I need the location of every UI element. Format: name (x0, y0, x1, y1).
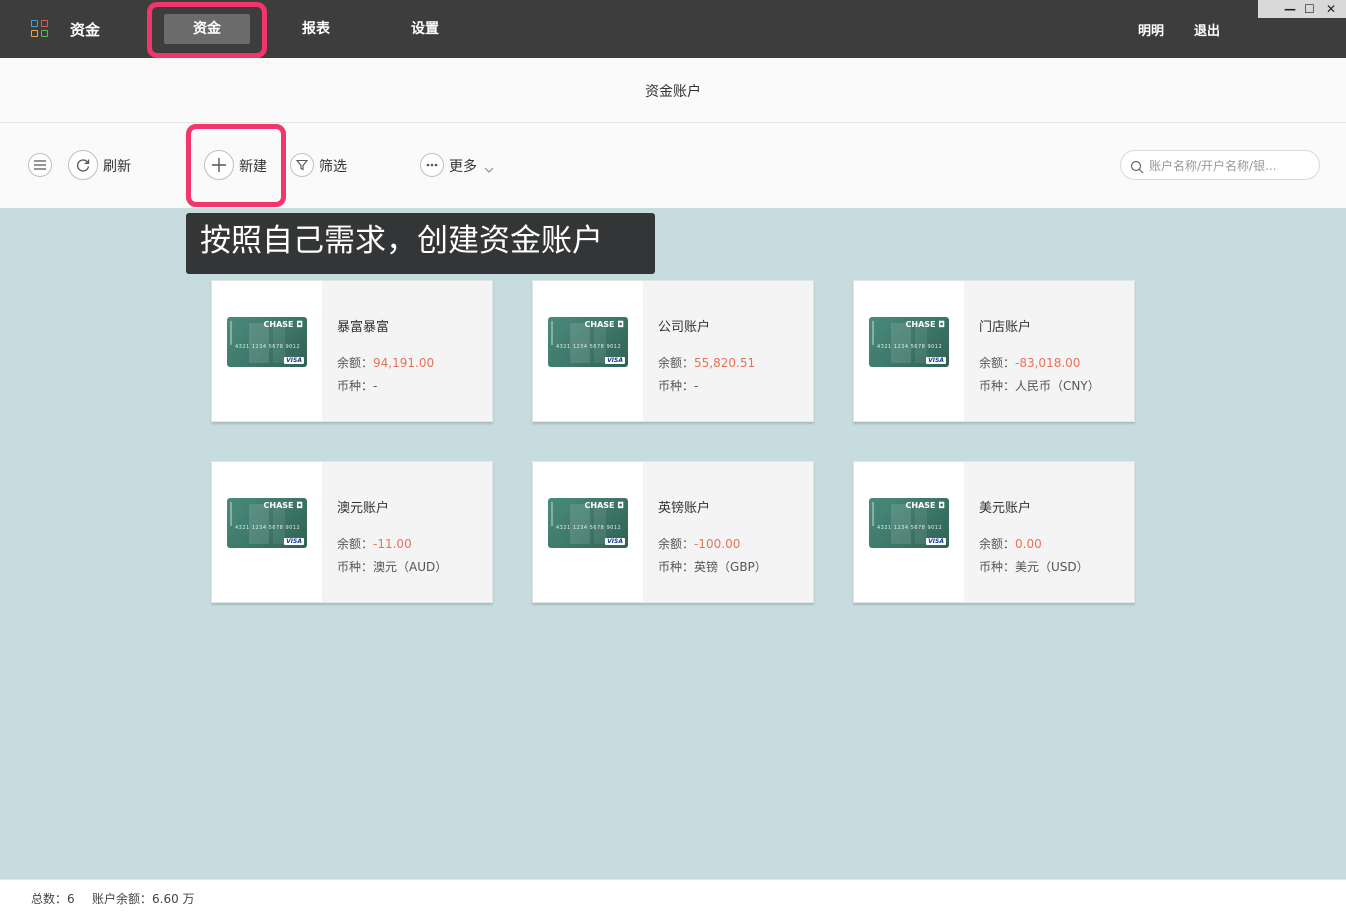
currency-label: 币种： (979, 379, 1016, 393)
account-currency: - (694, 379, 699, 393)
window-controls: — ☐ ✕ (1258, 0, 1346, 18)
currency-label: 币种： (337, 560, 374, 574)
search-icon (1130, 159, 1144, 178)
account-name: 澳元账户 (337, 501, 390, 516)
balance-label: 余额： (337, 537, 374, 551)
logout-button[interactable]: 退出 (1194, 20, 1220, 39)
account-balance: -11.00 (373, 537, 412, 551)
account-card[interactable]: CHASE ◘ 4321 1234 5678 9012 VISA 澳元账户 余额：-… (211, 461, 493, 603)
highlight-new-button (186, 124, 286, 207)
search-input[interactable] (1149, 157, 1309, 175)
currency-label: 币种： (979, 560, 1016, 574)
bank-card-icon: CHASE ◘ 4321 1234 5678 9012 VISA (869, 498, 949, 548)
app-title: 资金 (70, 21, 101, 39)
chevron-down-icon[interactable] (484, 159, 494, 178)
guide-tooltip: 按照自己需求，创建资金账户 (186, 213, 655, 274)
account-balance: 55,820.51 (694, 356, 756, 370)
account-balance: 94,191.00 (373, 356, 435, 370)
balance-label: 余额： (979, 537, 1016, 551)
refresh-button[interactable]: 刷新 (103, 156, 131, 176)
bank-card-icon: CHASE ◘ 4321 1234 5678 9012 VISA (227, 498, 307, 548)
bank-card-icon: CHASE ◘ 4321 1234 5678 9012 VISA (548, 317, 628, 367)
refresh-icon[interactable] (68, 150, 98, 180)
account-card[interactable]: CHASE ◘ 4321 1234 5678 9012 VISA 暴富暴富 余额：9… (211, 280, 493, 422)
title-bar: 资金账户 (0, 58, 1346, 123)
account-card[interactable]: CHASE ◘ 4321 1234 5678 9012 VISA 英镑账户 余额：-… (532, 461, 814, 603)
account-name: 美元账户 (979, 501, 1032, 516)
filter-icon[interactable] (290, 153, 314, 177)
currency-label: 币种： (658, 560, 695, 574)
balance-label: 余额： (337, 356, 374, 370)
bank-card-icon: CHASE ◘ 4321 1234 5678 9012 VISA (227, 317, 307, 367)
close-icon[interactable]: ✕ (1326, 0, 1336, 18)
balance-label: 余额： (658, 356, 695, 370)
status-bar: 总数：6 账户余额：6.60 万 (0, 879, 1346, 916)
menu-icon[interactable] (28, 153, 52, 177)
account-balance: -83,018.00 (1015, 356, 1081, 370)
account-balance: -100.00 (694, 537, 741, 551)
account-name: 公司账户 (658, 320, 711, 335)
account-card[interactable]: CHASE ◘ 4321 1234 5678 9012 VISA 公司账户 余额：5… (532, 280, 814, 422)
balance-label: 余额： (979, 356, 1016, 370)
page-title: 资金账户 (645, 84, 701, 100)
account-card[interactable]: CHASE ◘ 4321 1234 5678 9012 VISA 美元账户 余额：0… (853, 461, 1135, 603)
tab-settings[interactable]: 设置 (395, 14, 455, 44)
user-name[interactable]: 明明 (1138, 20, 1164, 39)
minimize-icon[interactable]: — (1284, 0, 1296, 18)
bank-card-icon: CHASE ◘ 4321 1234 5678 9012 VISA (548, 498, 628, 548)
balance-label: 余额： (658, 537, 695, 551)
account-name: 暴富暴富 (337, 320, 390, 335)
bank-card-icon: CHASE ◘ 4321 1234 5678 9012 VISA (869, 317, 949, 367)
account-currency: 美元（USD） (1015, 560, 1089, 574)
more-icon[interactable] (420, 153, 444, 177)
tab-reports[interactable]: 报表 (286, 14, 346, 44)
total-count: 总数：6 (31, 892, 75, 906)
account-name: 门店账户 (979, 320, 1032, 335)
currency-label: 币种： (658, 379, 695, 393)
account-currency: - (373, 379, 378, 393)
search-box (1120, 150, 1320, 180)
more-button[interactable]: 更多 (449, 156, 477, 176)
account-name: 英镑账户 (658, 501, 711, 516)
account-currency: 人民币（CNY） (1015, 379, 1100, 393)
account-card[interactable]: CHASE ◘ 4321 1234 5678 9012 VISA 门店账户 余额：-… (853, 280, 1135, 422)
app-grid-icon[interactable] (31, 20, 48, 37)
highlight-tab-funds (147, 2, 267, 58)
currency-label: 币种： (337, 379, 374, 393)
maximize-icon[interactable]: ☐ (1304, 0, 1315, 18)
account-currency: 英镑（GBP） (694, 560, 767, 574)
account-balance: 0.00 (1015, 537, 1042, 551)
account-currency: 澳元（AUD） (373, 560, 448, 574)
total-balance: 账户余额：6.60 万 (92, 892, 195, 906)
filter-button[interactable]: 筛选 (319, 156, 347, 176)
